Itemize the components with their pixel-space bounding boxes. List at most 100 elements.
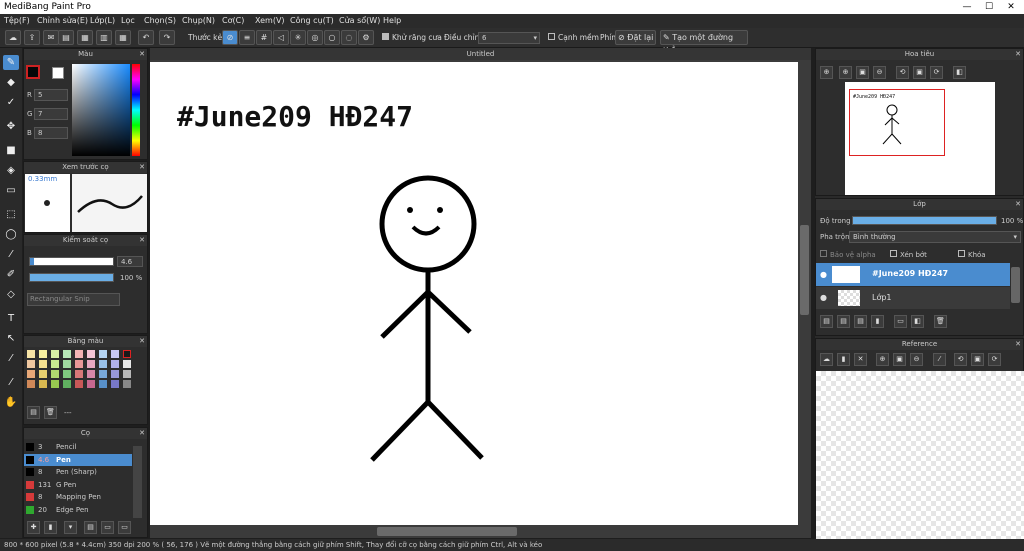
brush-folder-icon[interactable]: ▮ [44, 521, 57, 534]
create-line-button[interactable]: ✎ Tạo một đường thẳng [660, 30, 748, 55]
menu-view[interactable]: Xem(V) [255, 16, 285, 25]
menu-brush[interactable]: Cơ(C) [222, 16, 244, 25]
brush-item[interactable]: 20 Edge Pen [24, 504, 132, 516]
palette-swatch[interactable] [99, 380, 107, 388]
navigator-thumbnail[interactable]: #June209 HĐ247 [845, 82, 995, 195]
opacity-slider[interactable] [29, 273, 114, 282]
palette-swatch[interactable] [99, 350, 107, 358]
lasso-tool-icon[interactable]: ◯ [3, 227, 19, 242]
palette-swatch[interactable] [63, 360, 71, 368]
size-slider[interactable] [29, 257, 114, 266]
zoom-out-icon[interactable]: ⊖ [910, 353, 923, 366]
palette-swatch[interactable] [63, 350, 71, 358]
save-icon[interactable]: ▦ [77, 30, 93, 45]
rotate-left-icon[interactable]: ⟲ [896, 66, 909, 79]
palette-swatch[interactable] [87, 350, 95, 358]
comment-icon[interactable]: ✉ [43, 30, 59, 45]
rotate-right-icon[interactable]: ⟳ [988, 353, 1001, 366]
open-folder-icon[interactable]: ▮ [837, 353, 850, 366]
minimize-button[interactable]: — [956, 1, 978, 13]
zoom-in-icon[interactable]: ⊕ [820, 66, 833, 79]
drawing-canvas[interactable]: #June209 HĐ247 [150, 62, 798, 525]
palette-swatch[interactable] [87, 370, 95, 378]
palette-swatch[interactable] [123, 370, 131, 378]
palette-swatch[interactable] [99, 360, 107, 368]
close-icon[interactable]: ✕ [139, 236, 145, 244]
palette-swatch[interactable] [39, 380, 47, 388]
palette-swatch[interactable] [99, 370, 107, 378]
palette-swatch[interactable] [39, 370, 47, 378]
palette-swatch[interactable] [39, 350, 47, 358]
zoom-out-icon[interactable]: ⊖ [873, 66, 886, 79]
menu-layer[interactable]: Lớp(L) [90, 16, 115, 25]
canvas-tab[interactable]: Untitled [150, 48, 811, 60]
palette-swatch[interactable] [75, 360, 83, 368]
eraser-tool-icon[interactable]: ◆ [3, 75, 19, 90]
ruler-radial-icon[interactable]: ✳ [290, 30, 306, 45]
layer-row[interactable]: ● #June209 HĐ247 [816, 263, 1010, 286]
close-icon[interactable]: ✕ [1015, 50, 1021, 58]
menu-help[interactable]: Help [383, 16, 401, 25]
reset-rotation-icon[interactable]: ▣ [971, 353, 984, 366]
palette-swatch[interactable] [111, 380, 119, 388]
move-tool-icon[interactable]: ✥ [3, 119, 19, 134]
layer-scrollbar[interactable] [1011, 267, 1020, 303]
palette-swatch[interactable] [51, 380, 59, 388]
ruler-curve-icon[interactable]: ◌ [341, 30, 357, 45]
close-icon[interactable]: ✕ [139, 429, 145, 437]
rotate-right-icon[interactable]: ⟳ [930, 66, 943, 79]
ruler-off-icon[interactable]: ⊘ [222, 30, 238, 45]
lock-checkbox[interactable]: Khóa [958, 250, 986, 259]
palette-swatch[interactable] [123, 380, 131, 388]
text-tool-icon[interactable]: T [3, 311, 19, 326]
b-input[interactable]: 8 [34, 127, 68, 139]
close-icon[interactable]: ✕ [1015, 340, 1021, 348]
palette-swatch[interactable] [27, 380, 35, 388]
reset-rotation-icon[interactable]: ▣ [913, 66, 926, 79]
palette-swatch[interactable] [27, 350, 35, 358]
new-file-icon[interactable]: ▤ [58, 30, 74, 45]
ruler-parallel-icon[interactable]: ≡ [239, 30, 255, 45]
secondary-color-swatch[interactable] [52, 67, 64, 79]
adjust-select[interactable]: 6 ▾ [478, 32, 540, 44]
add-brush-icon[interactable]: ✚ [27, 521, 40, 534]
brush-item[interactable]: 131 G Pen [24, 479, 132, 491]
palette-swatch[interactable] [111, 370, 119, 378]
clipping-checkbox[interactable]: Xén bớt [890, 250, 927, 259]
primary-color-swatch[interactable] [26, 65, 40, 79]
palette-swatch[interactable] [111, 360, 119, 368]
palette-swatch[interactable] [63, 370, 71, 378]
palette-swatch[interactable] [87, 360, 95, 368]
divide-tool-icon[interactable]: ⁄ [3, 375, 19, 390]
maximize-button[interactable]: ☐ [978, 1, 1000, 13]
cloud-icon[interactable]: ☁ [820, 353, 833, 366]
menu-file[interactable]: Tệp(F) [4, 16, 30, 25]
palette-swatch[interactable] [87, 380, 95, 388]
close-reference-icon[interactable]: ✕ [854, 353, 867, 366]
select-eraser-icon[interactable]: ◇ [3, 287, 19, 302]
close-icon[interactable]: ✕ [139, 163, 145, 171]
antialias-checkbox[interactable]: Khử răng cưa [382, 33, 442, 42]
close-icon[interactable]: ✕ [139, 337, 145, 345]
brush-settings-icon[interactable]: ▤ [84, 521, 97, 534]
eye-icon[interactable]: ● [820, 270, 827, 279]
new-layer-icon[interactable]: ▤ [820, 315, 833, 328]
merge-layer-icon[interactable]: ◧ [911, 315, 924, 328]
canvas-vertical-scrollbar[interactable] [800, 225, 809, 315]
grid-icon[interactable]: ▦ [115, 30, 131, 45]
share-icon[interactable]: ⇪ [24, 30, 40, 45]
ruler-settings-icon[interactable]: ⚙ [358, 30, 374, 45]
blend-select[interactable]: Bình thường ▾ [849, 231, 1021, 243]
ruler-concentric-icon[interactable]: ◎ [307, 30, 323, 45]
ruler-perspective-icon[interactable]: ◁ [273, 30, 289, 45]
menu-window[interactable]: Cửa sổ(W) [339, 16, 380, 25]
brush-item[interactable]: 4.6 Pen [24, 453, 132, 466]
size-value[interactable]: 4.6 [117, 256, 143, 267]
new-8bit-layer-icon[interactable]: ▤ [837, 315, 850, 328]
redo-icon[interactable]: ↷ [159, 30, 175, 45]
fit-icon[interactable]: ▣ [856, 66, 869, 79]
close-button[interactable]: ✕ [1000, 1, 1022, 13]
undo-icon[interactable]: ↶ [138, 30, 154, 45]
menu-select[interactable]: Chọn(S) [144, 16, 176, 25]
rotate-left-icon[interactable]: ⟲ [954, 353, 967, 366]
